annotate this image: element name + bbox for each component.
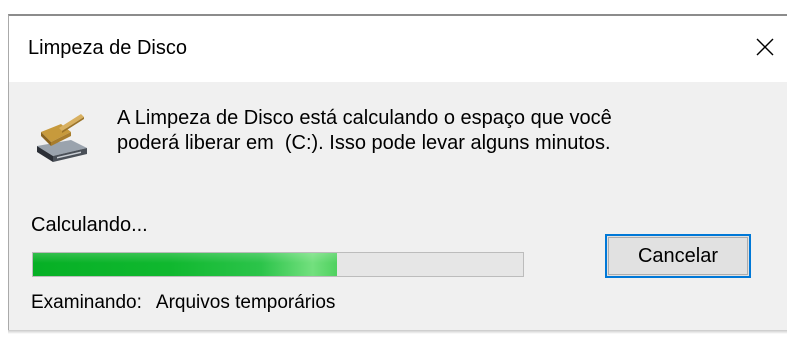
cancel-button-label: Cancelar [637, 244, 719, 267]
disk-cleanup-broom-icon [31, 110, 95, 166]
scanning-item: Arquivos temporários [155, 292, 336, 313]
close-icon [755, 37, 775, 57]
scanning-status: Examinando: Arquivos temporários [31, 292, 335, 314]
info-message: A Limpeza de Disco está calculando o esp… [117, 106, 737, 156]
disk-cleanup-dialog: Limpeza de Disco A Limpeza de Disco está… [8, 14, 787, 332]
progress-fill [33, 253, 337, 276]
scanning-label: Examinando: [31, 292, 142, 313]
window-title: Limpeza de Disco [28, 37, 187, 59]
message-line-1: A Limpeza de Disco está calculando o esp… [117, 107, 612, 129]
status-label: Calculando... [31, 214, 148, 236]
dialog-body: A Limpeza de Disco está calculando o esp… [9, 82, 787, 332]
cancel-button[interactable]: Cancelar [605, 234, 751, 278]
close-button[interactable] [747, 30, 783, 64]
window-shadow [8, 330, 787, 334]
progress-bar [32, 252, 524, 277]
message-line-2: poderá liberar em (C:). Isso pode levar … [117, 132, 611, 154]
title-bar[interactable]: Limpeza de Disco [9, 16, 787, 82]
